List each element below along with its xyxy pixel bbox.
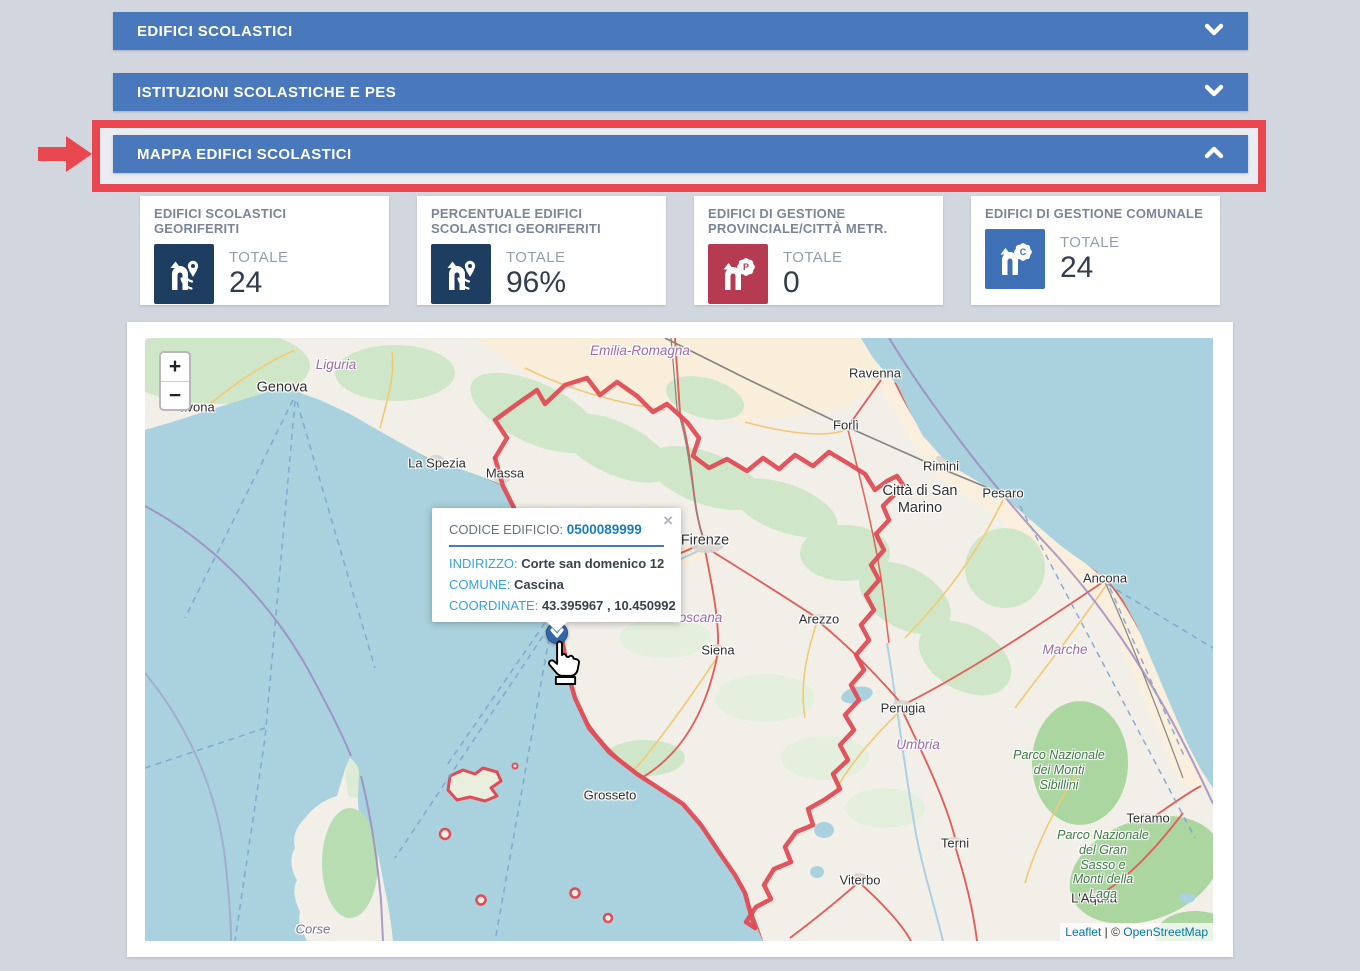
total-value: 96% xyxy=(506,268,566,298)
popup-divider xyxy=(449,545,664,547)
openstreetmap-link[interactable]: OpenStreetMap xyxy=(1123,925,1208,939)
map-label-la-spezia: La Spezia xyxy=(408,455,466,470)
codice-label: CODICE EDIFICIO: xyxy=(449,522,567,537)
attribution-separator: | © xyxy=(1101,925,1123,939)
map-label-liguria: Liguria xyxy=(316,357,357,373)
total-label: TOTALE xyxy=(506,249,566,266)
total-label: TOTALE xyxy=(1060,234,1119,251)
map-label-san-marino: Città di San Marino xyxy=(883,483,958,517)
highlight-arrow-icon xyxy=(38,136,92,177)
building-gear-c-icon: C xyxy=(985,229,1045,289)
map-label-genova: Genova xyxy=(257,379,308,396)
map-label-marche: Marche xyxy=(1042,642,1087,658)
svg-text:P: P xyxy=(743,262,749,272)
comune-value: Cascina xyxy=(514,577,564,592)
map-label-umbria: Umbria xyxy=(896,737,940,753)
basemap xyxy=(145,338,1213,941)
zoom-control: + − xyxy=(159,351,191,411)
map-label-parco-gran-sasso: Parco Nazionale del Gran Sasso e Monti d… xyxy=(1057,828,1149,902)
map-label-terni: Terni xyxy=(941,835,969,850)
map-label-pesaro: Pesaro xyxy=(982,485,1023,500)
stat-card-percentuale-georiferiti: PERCENTUALE EDIFICI SCOLASTICI GEORIFERI… xyxy=(417,196,666,305)
accordion-label: MAPPA EDIFICI SCOLASTICI xyxy=(137,146,352,163)
accordion-edifici-scolastici[interactable]: EDIFICI SCOLASTICI xyxy=(113,12,1248,50)
building-geo-pin-icon xyxy=(154,244,214,304)
building-geo-pin-icon xyxy=(431,244,491,304)
map-label-forli: Forlì xyxy=(833,417,859,432)
total-label: TOTALE xyxy=(783,249,842,266)
map-attribution: Leaflet | © OpenStreetMap xyxy=(1060,923,1213,941)
accordion-mappa-edifici[interactable]: MAPPA EDIFICI SCOLASTICI xyxy=(113,135,1248,173)
dashboard: EDIFICI SCOLASTICI ISTITUZIONI SCOLASTIC… xyxy=(0,0,1360,971)
coordinate-label: COORDINATE: xyxy=(449,598,542,613)
map-label-rimini: Rimini xyxy=(923,458,959,473)
close-icon[interactable]: × xyxy=(663,512,673,529)
total-label: TOTALE xyxy=(229,249,288,266)
map-label-teramo: Teramo xyxy=(1126,810,1169,825)
zoom-out-button[interactable]: − xyxy=(161,381,189,409)
comune-label: COMUNE: xyxy=(449,577,514,592)
map-label-ravenna: Ravenna xyxy=(849,365,901,380)
svg-text:C: C xyxy=(1020,247,1027,257)
total-value: 0 xyxy=(783,268,842,298)
accordion-label: ISTITUZIONI SCOLASTICHE E PES xyxy=(137,84,396,101)
stat-card-gestione-comunale: EDIFICI DI GESTIONE COMUNALE C TOTALE 24 xyxy=(971,196,1220,305)
accordion-label: EDIFICI SCOLASTICI xyxy=(137,23,293,40)
popup-tail xyxy=(546,621,568,632)
total-value: 24 xyxy=(229,268,288,298)
map-popup: × CODICE EDIFICIO: 0500089999 INDIRIZZO:… xyxy=(432,508,681,622)
stat-card-title: PERCENTUALE EDIFICI SCOLASTICI GEORIFERI… xyxy=(431,207,652,237)
map-label-massa: Massa xyxy=(486,465,524,480)
indirizzo-label: INDIRIZZO: xyxy=(449,556,521,571)
stat-card-title: EDIFICI DI GESTIONE PROVINCIALE/CITTÀ ME… xyxy=(708,207,929,237)
map-label-ancona: Ancona xyxy=(1083,570,1127,585)
map-label-emilia-romagna: Emilia-Romagna xyxy=(590,343,690,359)
chevron-up-icon xyxy=(1204,146,1224,163)
stat-card-title: EDIFICI SCOLASTICI GEORIFERITI xyxy=(154,207,375,237)
map-label-parco-sibillini: Parco Nazionale dei Monti Sibillini xyxy=(1013,748,1105,792)
map-label-corse: Corse xyxy=(296,921,331,936)
indirizzo-value: Corte san domenico 12 xyxy=(521,556,664,571)
total-value: 24 xyxy=(1060,253,1119,283)
building-gear-p-icon: P xyxy=(708,244,768,304)
stat-card-georiferiti: EDIFICI SCOLASTICI GEORIFERITI TOTALE 24 xyxy=(140,196,389,305)
map-label-perugia: Perugia xyxy=(881,700,926,715)
chevron-down-icon xyxy=(1204,23,1224,40)
coordinate-value: 43.395967 , 10.450992 xyxy=(542,598,676,613)
chevron-down-icon xyxy=(1204,84,1224,101)
stat-card-gestione-provinciale: EDIFICI DI GESTIONE PROVINCIALE/CITTÀ ME… xyxy=(694,196,943,305)
map-card: Genova avona Liguria Emilia-Romagna La S… xyxy=(127,322,1233,957)
leaflet-map[interactable]: Genova avona Liguria Emilia-Romagna La S… xyxy=(145,338,1213,941)
map-label-siena: Siena xyxy=(701,642,734,657)
map-label-grosseto: Grosseto xyxy=(584,787,637,802)
accordion-istituzioni-scolastiche[interactable]: ISTITUZIONI SCOLASTICHE E PES xyxy=(113,73,1248,111)
map-label-firenze: Firenze xyxy=(681,532,729,549)
map-label-viterbo: Viterbo xyxy=(840,872,881,887)
stat-card-title: EDIFICI DI GESTIONE COMUNALE xyxy=(985,207,1206,222)
map-label-arezzo: Arezzo xyxy=(799,611,839,626)
codice-edificio-link[interactable]: 0500089999 xyxy=(567,522,642,537)
zoom-in-button[interactable]: + xyxy=(161,353,189,381)
leaflet-link[interactable]: Leaflet xyxy=(1065,925,1101,939)
